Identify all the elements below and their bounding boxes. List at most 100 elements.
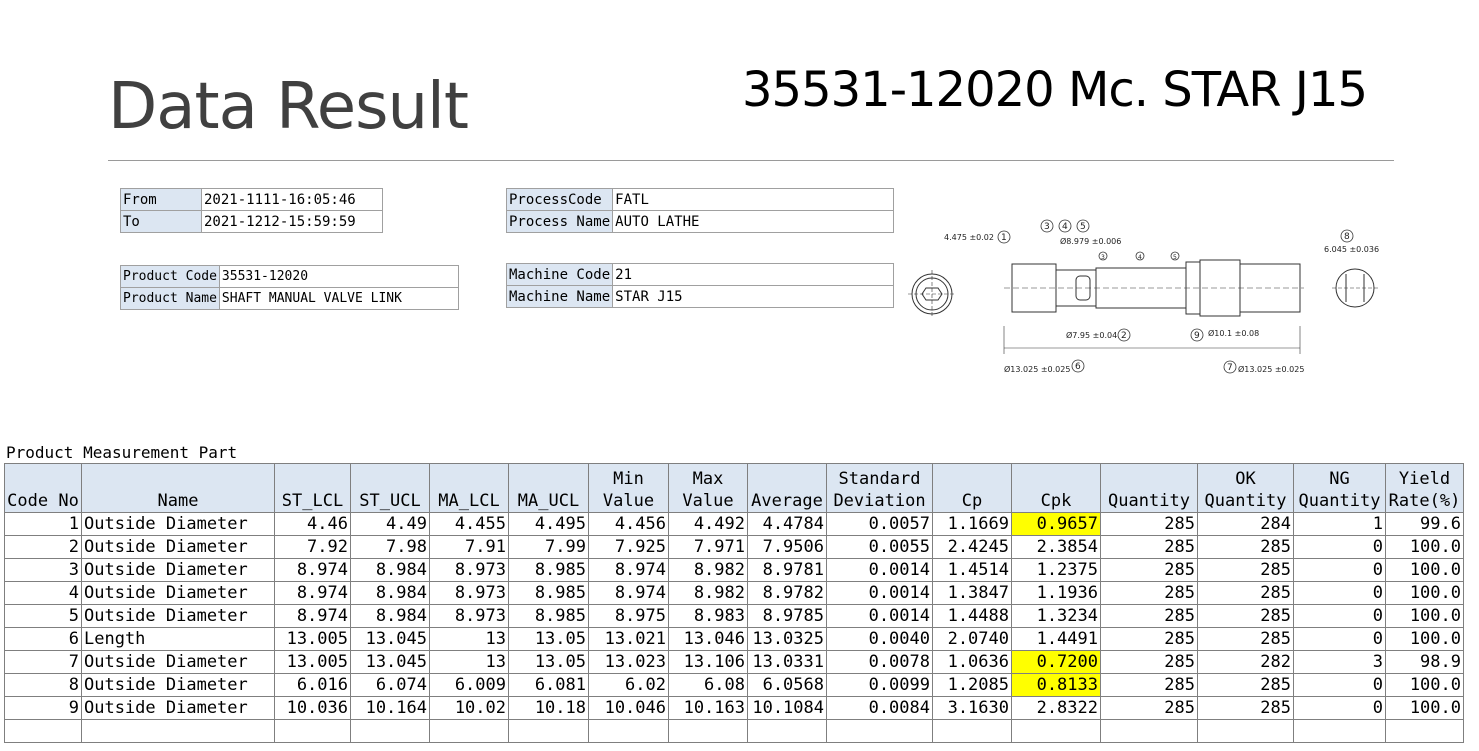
table-cell: 0.0014 (826, 581, 933, 605)
table-cell: 0 (1293, 604, 1386, 628)
table-cell: 285 (1197, 627, 1294, 651)
table-cell: 8.974 (274, 581, 351, 605)
measurement-table: Code No Name ST_LCL ST_UCL MA_LCL MA_UCL Min V… (4, 463, 1464, 743)
table-cell: 7.92 (274, 535, 351, 559)
process-table: ProcessCode FATL Process Name AUTO LATHE (505, 188, 895, 233)
table-cell: 13.045 (350, 650, 430, 674)
table-cell: 6 (4, 627, 82, 651)
table-cell (1197, 719, 1294, 743)
table-cell: 285 (1100, 581, 1198, 605)
machine-table: Machine Code 21 Machine Name STAR J15 (505, 263, 895, 308)
table-cell: 1.4514 (932, 558, 1012, 582)
table-cell: 7.9506 (747, 535, 827, 559)
table-cell: 13.0331 (747, 650, 827, 674)
side-view (1003, 259, 1304, 354)
table-cell: 100.0 (1385, 558, 1464, 582)
period-table: From 2021-1111-16:05:46 To 2021-1212-15:… (120, 188, 383, 233)
table-cell: 4 (4, 581, 82, 605)
table-cell (747, 719, 827, 743)
process-name-value: AUTO LATHE (612, 210, 895, 233)
table-cell: 3.1630 (932, 696, 1012, 720)
table-row: 8 Outside Diameter 6.016 6.074 6.009 6.081 6.0… (4, 673, 1464, 697)
product-code-label: Product Code (120, 265, 220, 288)
product-code-value: 35531-12020 (218, 265, 459, 288)
table-cell: 8.973 (429, 604, 509, 628)
table-cell: 0.0078 (826, 650, 933, 674)
marker-number: 4 (1138, 254, 1142, 261)
table-cell: 8 (4, 673, 82, 697)
table-cell: 0 (1293, 673, 1386, 697)
table-cell (1100, 719, 1198, 743)
table-row: 3 Outside Diameter 8.974 8.984 8.973 8.985 8.9… (4, 558, 1464, 582)
table-cell: 6.02 (588, 673, 669, 697)
table-cell: 4.495 (508, 512, 589, 536)
table-cell: 0 (1293, 581, 1386, 605)
process-name-label: Process Name (505, 210, 614, 233)
table-cell: 10.163 (668, 696, 748, 720)
table-cell: 8.973 (429, 581, 509, 605)
table-cell: Outside Diameter (81, 604, 275, 628)
table-cell (1385, 719, 1464, 743)
dim-label: Ø13.025 ±0.025 (1004, 364, 1070, 374)
table-cell: 9 (4, 696, 82, 720)
table-row: 9 Outside Diameter 10.036 10.164 10.02 10.18 1… (4, 696, 1464, 720)
marker-number: 9 (1194, 331, 1200, 341)
table-cell: 1 (4, 512, 82, 536)
table-cell: 285 (1197, 581, 1294, 605)
table-cell (1011, 719, 1101, 743)
table-cell: 8.983 (668, 604, 748, 628)
table-cell: 285 (1100, 558, 1198, 582)
table-cell: 7.91 (429, 535, 509, 559)
marker-number: 4 (1062, 222, 1068, 232)
table-cell: 0.0057 (826, 512, 933, 536)
table-cell: 285 (1197, 696, 1294, 720)
table-cell: 100.0 (1385, 627, 1464, 651)
table-cell: 0 (1293, 627, 1386, 651)
process-code-label: ProcessCode (505, 188, 614, 211)
table-cell: 4.492 (668, 512, 748, 536)
table-cell: 0 (1293, 535, 1386, 559)
table-cell: Outside Diameter (81, 650, 275, 674)
table-cell: Length (81, 627, 275, 651)
column-header: Min Value (588, 463, 669, 513)
from-label: From (120, 188, 202, 211)
table-cell: 285 (1197, 604, 1294, 628)
table-cell: 4.49 (350, 512, 430, 536)
table-cell: 13 (429, 650, 509, 674)
table-cell: 99.6 (1385, 512, 1464, 536)
column-header: ST_LCL (274, 463, 351, 513)
table-cell: 1.2085 (932, 673, 1012, 697)
marker-number: 3 (1101, 254, 1105, 261)
table-cell: 285 (1100, 696, 1198, 720)
table-cell: 8.9782 (747, 581, 827, 605)
marker-number: 6 (1075, 362, 1081, 372)
marker-number: 3 (1044, 222, 1050, 232)
table-cell: 285 (1100, 627, 1198, 651)
table-cell: Outside Diameter (81, 696, 275, 720)
column-header: Average (747, 463, 827, 513)
table-cell (508, 719, 589, 743)
table-cell: 285 (1197, 673, 1294, 697)
column-header: ST_UCL (350, 463, 430, 513)
table-cell (932, 719, 1012, 743)
table-cell: Outside Diameter (81, 535, 275, 559)
table-cell: 13.106 (668, 650, 748, 674)
table-cell: 8.974 (274, 604, 351, 628)
column-header: Yield Rate(%) (1385, 463, 1464, 513)
dim-label: 4.475 ±0.02 (944, 233, 994, 242)
section-title: Product Measurement Part (6, 443, 238, 462)
table-cell: 285 (1100, 604, 1198, 628)
table-cell: 4.456 (588, 512, 669, 536)
table-cell: 0.0099 (826, 673, 933, 697)
column-header: Code No (4, 463, 82, 513)
table-cell: Outside Diameter (81, 673, 275, 697)
table-cell: 8.985 (508, 581, 589, 605)
table-cell: 0 (1293, 558, 1386, 582)
table-header-row: Code No Name ST_LCL ST_UCL MA_LCL MA_UCL Min V… (4, 463, 1464, 513)
machine-code-value: 21 (612, 263, 895, 286)
from-value: 2021-1111-16:05:46 (201, 188, 383, 211)
table-cell: 8.984 (350, 558, 430, 582)
dim-label: Ø8.979 ±0.006 (1060, 236, 1121, 246)
table-cell: 13.045 (350, 627, 430, 651)
table-cell: Outside Diameter (81, 558, 275, 582)
